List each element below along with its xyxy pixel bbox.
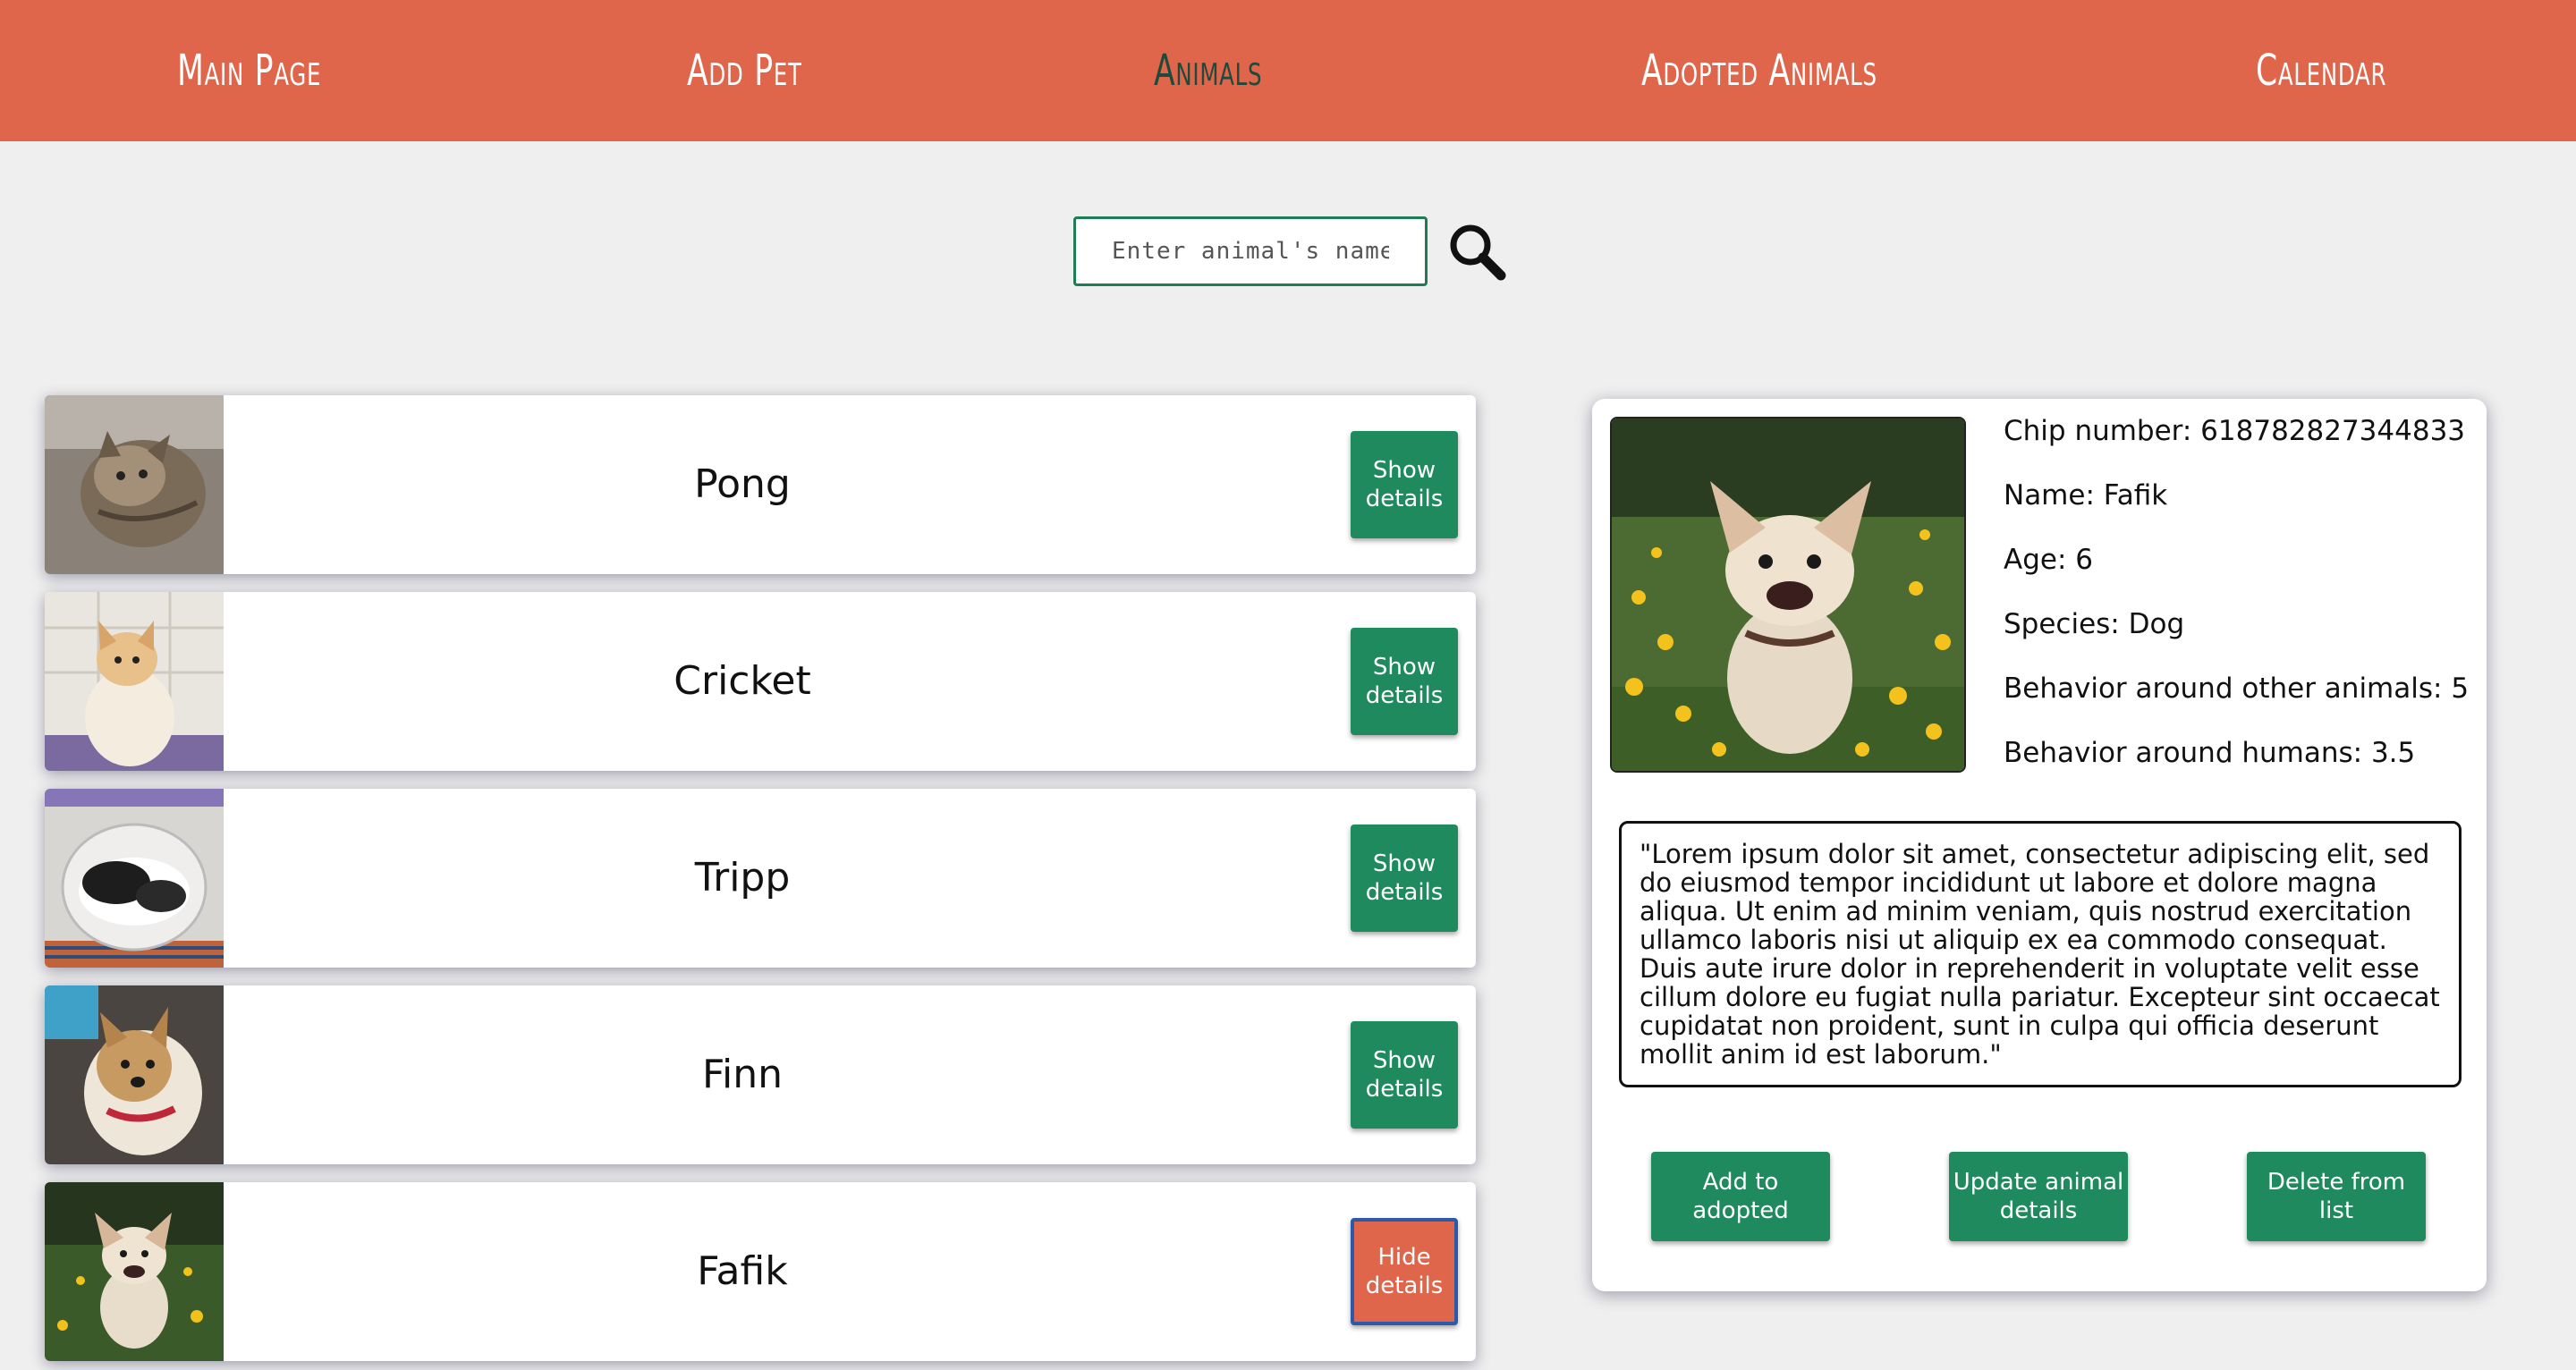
animal-name-detail: Name: Fafik xyxy=(2004,479,2168,512)
animal-name: Tripp xyxy=(694,855,791,901)
animal-card: Pong Show details xyxy=(45,395,1476,574)
delete-from-list-button[interactable]: Delete from list xyxy=(2247,1152,2426,1241)
behavior-animals: Behavior around other animals: 5 xyxy=(2004,672,2470,705)
animal-photo xyxy=(1610,417,1966,773)
add-to-adopted-button[interactable]: Add to adopted xyxy=(1651,1152,1830,1241)
top-nav: Main Page Add Pet Animals Adopted Animal… xyxy=(0,0,2576,141)
animal-thumbnail xyxy=(45,1182,224,1361)
animal-thumbnail xyxy=(45,789,224,968)
search-icon[interactable] xyxy=(1447,222,1506,281)
nav-calendar[interactable]: Calendar xyxy=(2256,0,2386,141)
animal-card: Fafik Hide details xyxy=(45,1182,1476,1361)
behavior-humans: Behavior around humans: 3.5 xyxy=(2004,737,2416,769)
nav-animals[interactable]: Animals xyxy=(1154,0,1262,141)
animal-details-panel: Chip number: 618782827344833 Name: Fafik… xyxy=(1592,399,2487,1291)
animal-card: Cricket Show details xyxy=(45,592,1476,771)
nav-add-pet[interactable]: Add Pet xyxy=(687,0,802,141)
animal-card: Finn Show details xyxy=(45,985,1476,1164)
animal-age: Age: 6 xyxy=(2004,544,2093,576)
hide-details-button[interactable]: Hide details xyxy=(1351,1218,1458,1325)
animal-name: Cricket xyxy=(674,658,811,704)
animal-card: Tripp Show details xyxy=(45,789,1476,968)
show-details-button[interactable]: Show details xyxy=(1351,1021,1458,1129)
show-details-button[interactable]: Show details xyxy=(1351,431,1458,538)
animal-thumbnail xyxy=(45,985,224,1164)
animal-name: Fafik xyxy=(697,1248,788,1294)
nav-main-page[interactable]: Main Page xyxy=(177,0,321,141)
chip-number: Chip number: 618782827344833 xyxy=(2004,415,2466,447)
show-details-button[interactable]: Show details xyxy=(1351,825,1458,932)
animal-name: Finn xyxy=(701,1052,784,1097)
animal-species: Species: Dog xyxy=(2004,608,2185,640)
update-animal-button[interactable]: Update animal details xyxy=(1949,1152,2128,1241)
show-details-button[interactable]: Show details xyxy=(1351,628,1458,735)
animal-description: "Lorem ipsum dolor sit amet, consectetur… xyxy=(1619,821,2462,1087)
animal-thumbnail xyxy=(45,592,224,771)
nav-adopted-animals[interactable]: Adopted Animals xyxy=(1641,0,1877,141)
search-input[interactable] xyxy=(1073,216,1428,286)
animal-name: Pong xyxy=(694,461,791,507)
animal-thumbnail xyxy=(45,395,224,574)
